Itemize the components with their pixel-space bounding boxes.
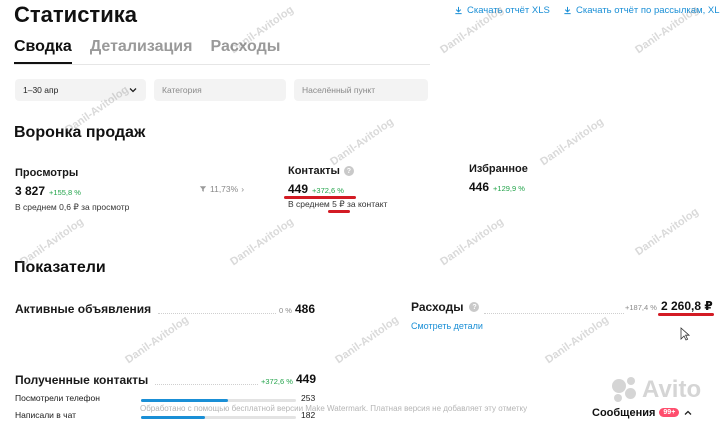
expenses-label-row: Расходы ?	[411, 300, 480, 314]
favorites-label: Избранное	[469, 163, 528, 175]
phone-views-bar	[141, 399, 296, 402]
download-icon	[564, 6, 571, 15]
highlight-underline	[658, 313, 714, 316]
conversion-value: 11,73%	[210, 184, 239, 194]
tab-expenses[interactable]: Расходы	[210, 38, 280, 65]
mouse-cursor-icon	[680, 327, 690, 341]
contacts-average: В среднем 5 ₽ за контакт	[288, 199, 388, 209]
chevron-right-icon: ›	[241, 184, 245, 194]
phone-views-label: Посмотрели телефон	[15, 393, 100, 403]
phone-views-bar-fill	[141, 399, 228, 402]
dotted-leader	[158, 313, 276, 314]
views-value: 3 827	[15, 184, 46, 198]
chevron-down-icon	[129, 88, 137, 93]
funnel-title: Воронка продаж	[14, 124, 146, 141]
watermark: Danil-Avitolog	[228, 215, 296, 269]
chat-messages-bar-fill	[141, 416, 205, 419]
expenses-details-link[interactable]: Смотреть детали	[411, 321, 483, 331]
active-ads-label: Активные объявления	[15, 302, 152, 316]
city-placeholder: Населённый пункт	[302, 85, 376, 95]
conversion-indicator: 11,73% ›	[199, 184, 244, 194]
download-xls-link[interactable]: Скачать отчёт XLS	[454, 5, 550, 16]
avito-logo-text: Avito	[642, 376, 702, 403]
messages-label: Сообщения	[592, 406, 656, 419]
active-ads-pct: 0 %	[279, 306, 292, 315]
received-contacts-pct: +372,6 %	[261, 377, 293, 386]
active-ads-value: 486	[295, 302, 316, 316]
tab-details[interactable]: Детализация	[90, 38, 193, 65]
received-contacts-value: 449	[296, 372, 317, 386]
download-mailings-xls-label: Скачать отчёт по рассылкам, XLS	[576, 5, 720, 16]
contacts-label: Контакты	[288, 165, 340, 177]
expenses-value: 2 260,8 ₽	[661, 299, 713, 313]
category-select[interactable]: Категория	[154, 79, 286, 101]
city-select[interactable]: Населённый пункт	[294, 79, 428, 101]
chevron-up-icon	[684, 410, 692, 415]
avito-logo-icon	[612, 377, 638, 403]
metrics-title: Показатели	[14, 259, 106, 276]
tabs: Сводка Детализация Расходы	[14, 38, 280, 65]
download-xls-label: Скачать отчёт XLS	[467, 5, 550, 16]
watermark-notice: Обработано с помощью бесплатной версии M…	[140, 404, 528, 413]
period-select[interactable]: 1–30 апр	[15, 79, 146, 101]
funnel-icon	[199, 186, 207, 192]
received-contacts-label: Полученные контакты	[15, 373, 149, 387]
download-icon	[455, 6, 462, 15]
contacts-delta: +372,6 %	[312, 186, 344, 195]
help-icon[interactable]: ?	[469, 302, 480, 312]
phone-views-value: 253	[301, 393, 316, 403]
dotted-leader	[484, 313, 624, 314]
contacts-label-row: Контакты ?	[288, 165, 354, 177]
watermark: Danil-Avitolog	[633, 205, 701, 259]
favorites-delta: +129,9 %	[493, 184, 525, 193]
favorites-value: 446	[469, 180, 490, 194]
watermark: Danil-Avitolog	[333, 313, 401, 367]
views-value-row: 3 827 +155,8 %	[15, 184, 81, 198]
contacts-value-row: 449 +372,6 %	[288, 182, 344, 196]
watermark: Danil-Avitolog	[438, 215, 506, 269]
page-title: Статистика	[14, 2, 137, 27]
expenses-label: Расходы	[411, 300, 464, 314]
tabs-divider	[14, 64, 430, 65]
watermark: Danil-Avitolog	[328, 115, 396, 169]
views-average: В среднем 0,6 ₽ за просмотр	[15, 202, 130, 212]
dotted-leader	[155, 384, 258, 385]
chat-messages-bar	[141, 416, 296, 419]
favorites-value-row: 446 +129,9 %	[469, 180, 525, 194]
messages-badge: 99+	[659, 408, 680, 417]
avito-logo: Avito	[612, 376, 701, 404]
chat-messages-label: Написали в чат	[15, 410, 77, 420]
period-select-value: 1–30 апр	[23, 85, 59, 95]
download-mailings-xls-link[interactable]: Скачать отчёт по рассылкам, XLS	[563, 5, 720, 16]
watermark: Danil-Avitolog	[538, 115, 606, 169]
messages-button[interactable]: Сообщения 99+	[586, 404, 700, 421]
views-label: Просмотры	[15, 167, 79, 179]
help-icon[interactable]: ?	[343, 166, 354, 176]
watermark: Danil-Avitolog	[123, 313, 191, 367]
contacts-value: 449	[288, 182, 309, 196]
views-delta: +155,8 %	[49, 188, 81, 197]
category-placeholder: Категория	[162, 85, 202, 95]
expenses-pct: +187,4 %	[625, 303, 657, 312]
highlight-underline	[328, 210, 350, 213]
watermark: Danil-Avitolog	[543, 313, 611, 367]
tab-summary[interactable]: Сводка	[14, 38, 72, 65]
